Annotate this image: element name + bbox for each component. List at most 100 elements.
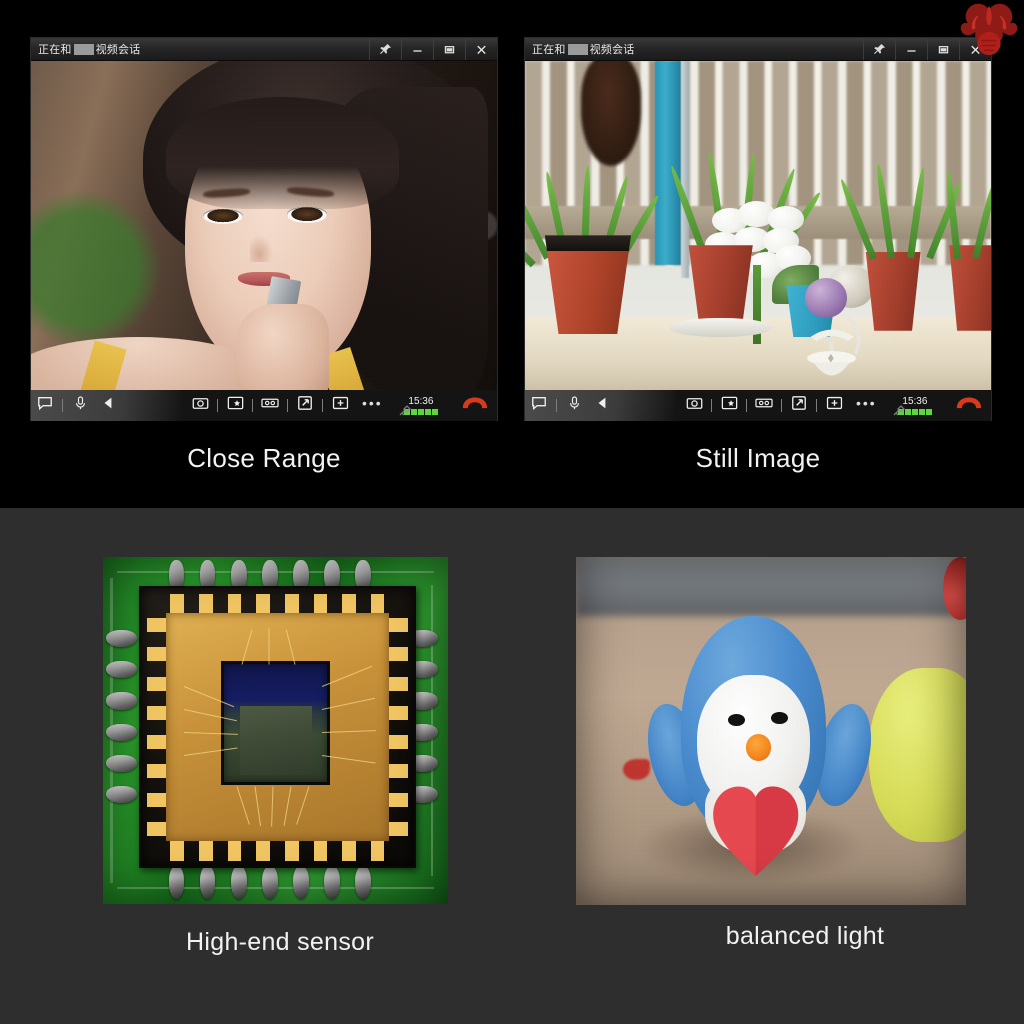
gold-die-carrier bbox=[165, 613, 390, 842]
maximize-icon bbox=[937, 43, 950, 56]
satellite-icon bbox=[893, 404, 909, 421]
chat-button[interactable] bbox=[31, 390, 59, 421]
maximize-button[interactable] bbox=[927, 38, 959, 60]
pot-saucer bbox=[669, 317, 772, 338]
microphone-icon bbox=[73, 395, 88, 416]
toolbar-divider bbox=[62, 399, 63, 412]
red-heart bbox=[705, 783, 806, 880]
add-person-icon bbox=[332, 395, 349, 416]
close-button[interactable] bbox=[465, 38, 497, 60]
handset-icon bbox=[955, 396, 983, 416]
pin-button[interactable] bbox=[369, 38, 401, 60]
bond-pad-row-bottom bbox=[163, 841, 392, 861]
bond-pad-col-right bbox=[389, 611, 409, 844]
hangup-button[interactable] bbox=[453, 390, 497, 421]
penguin-beak bbox=[745, 734, 771, 761]
active-pixel-array bbox=[240, 706, 313, 775]
add-person-icon bbox=[826, 395, 843, 416]
minimize-icon bbox=[905, 43, 918, 56]
toolbar-divider bbox=[217, 399, 218, 412]
snapshot-button[interactable] bbox=[680, 390, 708, 421]
close-button[interactable] bbox=[959, 38, 991, 60]
toolbar-left-group bbox=[31, 390, 122, 421]
video-canvas-portrait[interactable] bbox=[31, 61, 497, 390]
caption-close-range: Close Range bbox=[187, 443, 341, 473]
portrait-eye-right bbox=[287, 207, 327, 223]
microphone-button[interactable] bbox=[560, 390, 588, 421]
hangup-button[interactable] bbox=[947, 390, 991, 421]
share-screen-button[interactable] bbox=[291, 390, 319, 421]
chat-button[interactable] bbox=[525, 390, 553, 421]
toolbar-center-group: ••• bbox=[186, 390, 391, 421]
toolbar-center-group: ••• bbox=[680, 390, 885, 421]
window-title-suffix: 视频会话 bbox=[589, 44, 635, 56]
toolbar-divider bbox=[287, 399, 288, 412]
magic-capture-button[interactable] bbox=[715, 390, 743, 421]
pin-button[interactable] bbox=[863, 38, 895, 60]
microphone-button[interactable] bbox=[66, 390, 94, 421]
window-title-suffix: 视频会话 bbox=[95, 44, 141, 56]
portrait-nose bbox=[250, 235, 274, 262]
titlebar[interactable]: 正在和 视频会话 bbox=[525, 38, 991, 61]
sensor-photo bbox=[103, 557, 448, 904]
window-title-prefix: 正在和 bbox=[38, 44, 72, 56]
window-title: 正在和 视频会话 bbox=[532, 41, 634, 57]
screenshot-star-icon bbox=[227, 395, 244, 416]
snapshot-button[interactable] bbox=[186, 390, 214, 421]
more-options-button[interactable]: ••• bbox=[848, 396, 885, 413]
toolbar-left-group bbox=[525, 390, 616, 421]
minimize-button[interactable] bbox=[401, 38, 433, 60]
sensor-package-body bbox=[139, 586, 416, 869]
satellite-icon bbox=[399, 404, 415, 421]
share-screen-button[interactable] bbox=[785, 390, 813, 421]
screenshot-root: 正在和 视频会话 ••• 15:36 正在和 视频会话 ••• 15:36 Cl… bbox=[0, 0, 1024, 1024]
speaker-button[interactable] bbox=[94, 390, 122, 421]
screenshot-star-icon bbox=[721, 395, 738, 416]
chat-bubble-icon bbox=[531, 395, 547, 416]
maximize-button[interactable] bbox=[433, 38, 465, 60]
window-title: 正在和 视频会话 bbox=[38, 41, 140, 57]
penguin-eye-right bbox=[771, 711, 789, 725]
call-status: 15:36 bbox=[391, 390, 451, 421]
video-canvas-garden[interactable] bbox=[525, 61, 991, 390]
blurred-wall bbox=[576, 557, 966, 617]
window-controls bbox=[863, 38, 991, 60]
add-member-button[interactable] bbox=[820, 390, 848, 421]
toolbar-divider bbox=[322, 399, 323, 412]
caption-still-image: Still Image bbox=[695, 443, 821, 473]
window-title-prefix: 正在和 bbox=[532, 44, 566, 56]
penguin-photo bbox=[576, 557, 966, 905]
record-button[interactable] bbox=[750, 390, 778, 421]
add-member-button[interactable] bbox=[326, 390, 354, 421]
portrait-hand bbox=[236, 304, 330, 390]
minimize-button[interactable] bbox=[895, 38, 927, 60]
toolbar-divider bbox=[252, 399, 253, 412]
metal-pipe bbox=[681, 61, 689, 279]
redacted-contact-name bbox=[73, 43, 94, 55]
portrait-bangs bbox=[166, 97, 400, 210]
white-lantern bbox=[795, 308, 870, 387]
camera-icon bbox=[686, 395, 703, 416]
left-video-window[interactable]: 正在和 视频会话 ••• 15:36 bbox=[31, 38, 497, 421]
toolbar-divider bbox=[746, 399, 747, 412]
chat-bubble-icon bbox=[37, 395, 53, 416]
red-toy-piece bbox=[622, 758, 651, 780]
speaker-icon bbox=[101, 395, 116, 416]
camera-icon bbox=[192, 395, 209, 416]
bond-pad-col-left bbox=[146, 611, 166, 844]
magic-capture-button[interactable] bbox=[221, 390, 249, 421]
more-options-button[interactable]: ••• bbox=[354, 396, 391, 413]
minimize-icon bbox=[411, 43, 424, 56]
microphone-icon bbox=[567, 395, 582, 416]
call-toolbar[interactable]: ••• 15:36 bbox=[31, 390, 497, 421]
pin-icon bbox=[379, 43, 392, 56]
maximize-icon bbox=[443, 43, 456, 56]
record-button[interactable] bbox=[256, 390, 284, 421]
film-reel-icon bbox=[261, 395, 279, 416]
call-toolbar[interactable]: ••• 15:36 bbox=[525, 390, 991, 421]
right-video-window[interactable]: 正在和 视频会话 ••• 15:36 bbox=[525, 38, 991, 421]
speaker-button[interactable] bbox=[588, 390, 616, 421]
speaker-icon bbox=[595, 395, 610, 416]
toolbar-divider bbox=[816, 399, 817, 412]
titlebar[interactable]: 正在和 视频会话 bbox=[31, 38, 497, 61]
